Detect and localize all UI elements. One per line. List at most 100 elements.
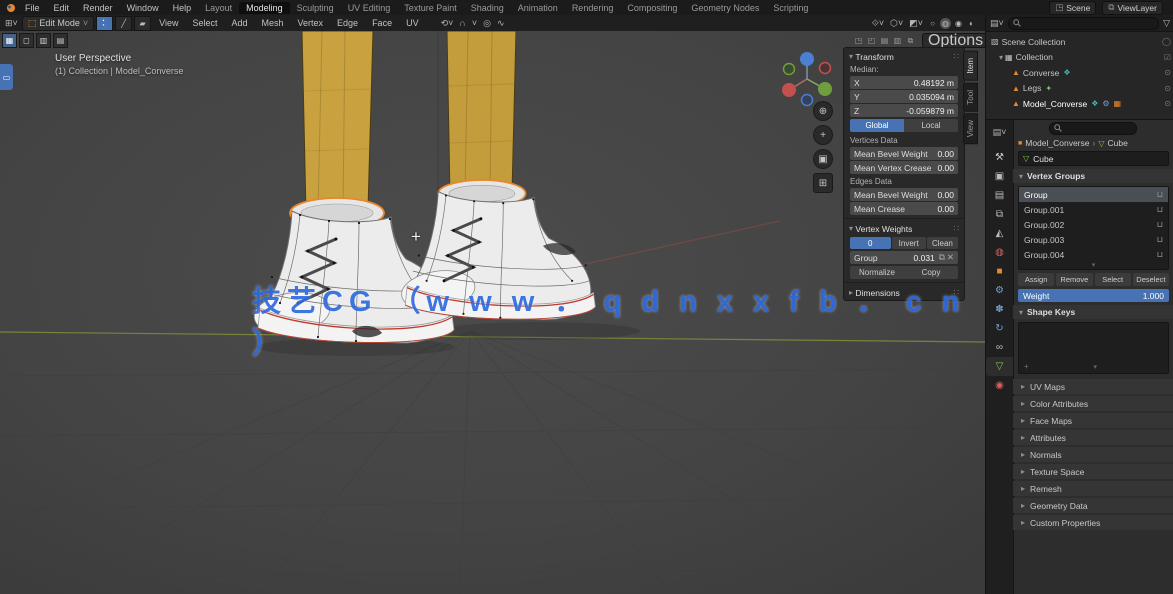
face-select-button[interactable]: ▰ [134,16,151,31]
outliner-row-converse[interactable]: ▲ Converse ❖ ⊙ [986,65,1173,81]
menu-add[interactable]: Add [225,18,253,28]
tab-modifiers-icon[interactable]: ⚙ [986,281,1013,300]
delete-weight-icon[interactable]: ✕ [947,252,954,263]
menu-help[interactable]: Help [166,3,199,13]
tab-animation[interactable]: Animation [511,2,565,14]
menu-vertex[interactable]: Vertex [292,18,330,28]
snap-magnet-icon[interactable]: ∩ [457,18,467,28]
properties-search-input[interactable] [1049,122,1137,135]
transform-orientation-icon[interactable]: ⟲˅ [439,18,456,29]
scene-selector[interactable]: ◳ Scene [1049,1,1096,15]
mode-dropdown[interactable]: ⬚ Edit Mode ˅ [22,16,94,31]
edge-select-button[interactable]: ╱ [115,16,132,31]
copy-button[interactable]: Copy [904,266,958,279]
tab-item[interactable]: Item [963,51,978,81]
lock-open-icon[interactable]: ⊔ [1157,190,1163,199]
panel-remesh[interactable]: ▸ Remesh [1013,481,1173,496]
lock-open-icon[interactable]: ⊔ [1157,220,1163,229]
left-leg-mesh[interactable] [302,31,373,213]
menu-view[interactable]: View [153,18,184,28]
viewlayer-selector[interactable]: ⧉ ViewLayer [1102,1,1163,15]
median-z-field[interactable]: Z -0.059879 m [850,104,958,117]
gizmo-neg-x-axis[interactable] [820,63,831,74]
panel-attributes[interactable]: ▸ Attributes [1013,430,1173,445]
mirror-y-icon[interactable]: ◰ [866,35,877,46]
move-view-icon[interactable]: + [813,125,833,145]
tab-render-icon[interactable]: ▣ [986,167,1013,186]
properties-editor-icon[interactable]: ▤˅ [986,123,1013,142]
tab-particles-icon[interactable]: ✽ [986,300,1013,319]
vertex-index-button[interactable]: 0 [850,237,891,249]
panel-texture-space[interactable]: ▸ Texture Space [1013,464,1173,479]
normalize-button[interactable]: Normalize [850,266,904,279]
outliner-row-scene-collection[interactable]: ▧ Scene Collection ◯ [986,34,1173,50]
vertex-group-row[interactable]: Group.001 ⊔ [1019,202,1168,217]
shape-keys-list[interactable]: + ▾ [1018,322,1169,374]
options-dropdown[interactable]: Options ˅ [922,33,985,48]
camera-view-icon[interactable]: ▣ [813,149,833,169]
mirror-x-icon[interactable]: ◳ [853,35,864,46]
panel-uv-maps[interactable]: ▸ UV Maps [1013,379,1173,394]
mirror-z-icon[interactable]: ▤ [879,35,890,46]
tab-geometry-nodes[interactable]: Geometry Nodes [684,2,766,14]
tool-option-icon-1[interactable]: ◻ [19,33,34,48]
hide-icon[interactable]: ⊙ [1164,84,1171,93]
vertex-weights-panel-header[interactable]: ▾ Vertex Weights ∷ [844,222,964,235]
clean-button[interactable]: Clean [927,237,958,249]
menu-select[interactable]: Select [186,18,223,28]
xray-toggle-icon[interactable]: ◩˅ [907,18,925,29]
local-button[interactable]: Local [904,119,958,132]
invert-button[interactable]: Invert [892,237,926,249]
perspective-toggle-icon[interactable]: ⊞ [813,173,833,193]
panel-geometry-data[interactable]: ▸ Geometry Data [1013,498,1173,513]
zoom-view-icon[interactable]: ⊕ [813,101,833,121]
list-specials-icon[interactable]: ▾ [1094,363,1098,371]
remove-button[interactable]: Remove [1056,273,1092,286]
gizmo-toggle-icon[interactable]: ⟐˅ [870,18,886,29]
menu-face[interactable]: Face [366,18,398,28]
tab-shading[interactable]: Shading [464,2,511,14]
weight-slider[interactable]: Weight 1.000 [1018,289,1169,302]
tab-rendering[interactable]: Rendering [565,2,621,14]
shading-rendered-icon[interactable]: ◐ [966,18,977,29]
snap-base-icon[interactable]: ▥ [892,35,903,46]
hide-icon[interactable]: ⊙ [1164,68,1171,77]
tab-output-icon[interactable]: ▤ [986,186,1013,205]
tab-view[interactable]: View [963,113,978,144]
vertex-group-row[interactable]: Group.002 ⊔ [1019,217,1168,232]
tab-compositing[interactable]: Compositing [620,2,684,14]
tab-material-icon[interactable]: ◉ [986,376,1013,395]
menu-uv[interactable]: UV [400,18,425,28]
tab-tool-icon[interactable]: ⚒ [986,148,1013,167]
toolbar-box-select-button[interactable]: ▭ [0,64,13,90]
falloff-icon[interactable]: ∿ [495,18,507,29]
mesh-name-field[interactable]: ▽ Cube [1018,151,1169,166]
outliner-row-legs[interactable]: ▲ Legs ✦ ⊙ [986,81,1173,97]
menu-window[interactable]: Window [120,3,166,13]
exclude-checkbox-icon[interactable]: ☑ [1164,53,1171,62]
disclosure-icon[interactable]: ▾ [999,53,1003,62]
breadcrumb-data[interactable]: Cube [1108,138,1128,148]
menu-render[interactable]: Render [76,3,120,13]
shading-solid-icon[interactable]: ◍ [940,18,951,29]
list-specials-icon[interactable]: ▾ [1019,262,1168,269]
lock-open-icon[interactable]: ⊔ [1157,235,1163,244]
editor-type-icon[interactable]: ⊞˅ [3,18,20,29]
vertex-group-row[interactable]: Group ⊔ [1019,187,1168,202]
outliner-search-input[interactable] [1008,17,1159,30]
transform-panel-header[interactable]: ▾ Transform ∷ [844,50,964,63]
gizmo-neg-y-axis[interactable] [784,64,795,75]
shading-material-icon[interactable]: ◉ [953,18,964,29]
select-button[interactable]: Select [1095,273,1131,286]
tab-world-icon[interactable]: ◍ [986,243,1013,262]
panel-normals[interactable]: ▸ Normals [1013,447,1173,462]
dimensions-panel-header[interactable]: ▸ Dimensions ∷ [844,286,964,299]
mean-vertex-crease-field[interactable]: Mean Vertex Crease 0.00 [850,161,958,174]
gizmo-y-axis[interactable] [818,82,832,96]
viewport-3d[interactable]: ▦ ◻ ▥ ▤ ▭ User Perspective (1) Collectio… [0,31,985,594]
tab-sculpting[interactable]: Sculpting [290,2,341,14]
tab-texture-paint[interactable]: Texture Paint [397,2,464,14]
outliner-editor-icon[interactable]: ▤˅ [990,18,1004,29]
deselect-button[interactable]: Deselect [1133,273,1169,286]
menu-file[interactable]: File [18,3,47,13]
